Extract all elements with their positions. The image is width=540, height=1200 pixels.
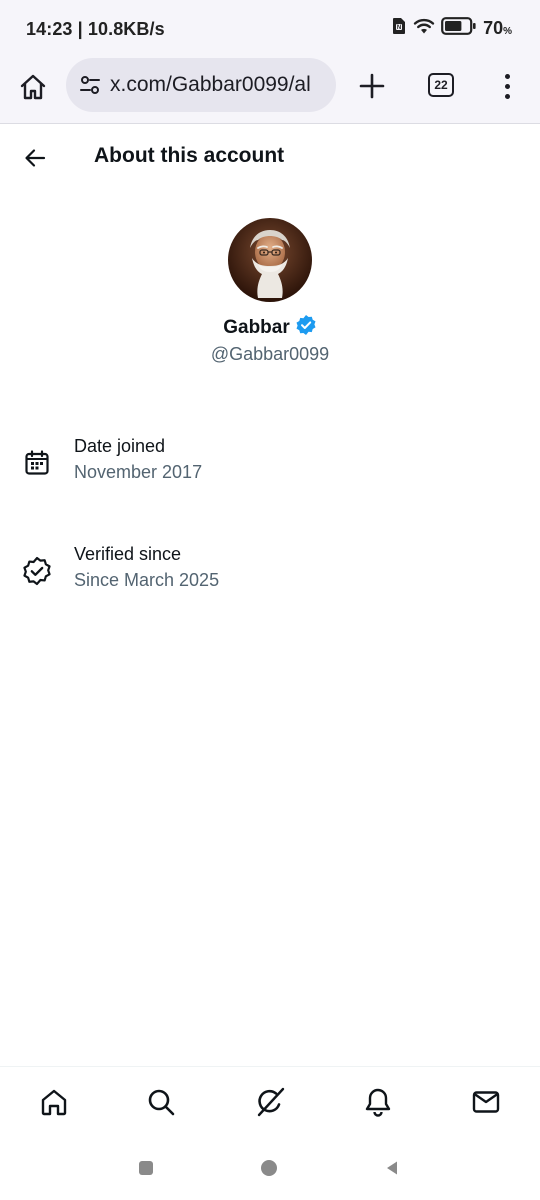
bottom-nav [0,1066,540,1138]
status-bar: 14:23 | 10.8KB/s N 70% [0,0,540,56]
page-header: About this account [0,125,540,189]
nav-home[interactable] [35,1083,73,1121]
nav-search[interactable] [142,1083,180,1121]
more-options-icon [504,73,510,79]
user-handle: @Gabbar0099 [210,344,330,364]
svg-text:N: N [397,25,401,31]
address-bar[interactable]: x.com/Gabbar0099/al [66,58,336,112]
info-value: Since March 2025 [74,570,220,590]
battery-percent: 70% [483,18,512,38]
verified-badge-icon[interactable] [295,314,317,341]
calendar-icon [22,448,52,478]
verified-outline-icon [22,556,52,586]
nav-notifications[interactable] [359,1083,397,1121]
battery-icon [441,17,477,40]
nav-grok[interactable] [251,1083,289,1121]
url-text[interactable]: x.com/Gabbar0099/al [110,73,311,97]
new-tab-icon [359,73,385,99]
info-item-verified-since: Verified since Since March 2025 [0,544,540,604]
page-title: About this account [94,144,285,167]
grok-icon [257,1087,285,1117]
home-icon [20,74,46,100]
back-button[interactable] [18,141,52,175]
arrow-left-icon [25,149,46,167]
wifi-icon [413,17,435,40]
info-item-date-joined: Date joined November 2017 [0,436,540,496]
info-value: November 2017 [74,462,203,482]
status-icons: N 70% [391,17,512,40]
browser-toolbar: x.com/Gabbar0099/al 22 [0,56,540,124]
avatar[interactable] [228,218,312,302]
home-button[interactable] [259,1158,279,1178]
nav-messages[interactable] [467,1083,505,1121]
more-options-button[interactable] [494,68,520,104]
tabs-button[interactable]: 22 [428,73,454,97]
name-row: Gabbar [0,314,540,341]
browser-home-button[interactable] [14,68,52,106]
status-time-speed: 14:23 | 10.8KB/s [26,19,165,39]
tab-count: 22 [434,78,448,92]
search-icon [148,1089,175,1116]
home-icon [41,1089,67,1116]
recents-button[interactable] [136,1158,156,1178]
system-nav-bar [0,1138,540,1200]
info-label: Date joined [74,436,166,456]
site-settings-icon[interactable] [76,71,104,99]
new-tab-button[interactable] [354,68,390,104]
info-label: Verified since [74,544,182,564]
notifications-icon [365,1088,391,1117]
back-button[interactable] [382,1158,402,1178]
sim-icon: N [391,17,407,40]
messages-icon [472,1091,500,1113]
display-name: Gabbar [223,316,290,338]
